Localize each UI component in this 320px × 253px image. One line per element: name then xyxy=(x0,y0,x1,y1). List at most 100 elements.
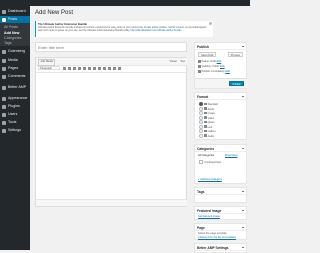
categories-box: Categories All Categories Most Used Unca… xyxy=(194,144,247,184)
main-content: Add New Post The Ultimate Author Extensi… xyxy=(30,6,250,253)
comments-icon xyxy=(2,74,6,79)
page-template-heading: Page xyxy=(195,224,246,231)
gallery-icon xyxy=(204,129,207,133)
page-title: Add New Post xyxy=(35,10,74,16)
format-heading: Format xyxy=(195,93,246,100)
audio-icon xyxy=(204,134,207,137)
publish-box: Publish Save Draft Preview Status: Draft… xyxy=(194,42,247,89)
unlink-icon[interactable] xyxy=(108,66,111,70)
bulleted-list-icon[interactable] xyxy=(73,66,76,70)
collapse-icon[interactable] xyxy=(241,45,244,49)
page-template-help: Select the page template xyxy=(198,232,227,235)
paragraph-format-select[interactable]: Paragraph xyxy=(38,66,60,71)
eye-icon xyxy=(198,65,201,68)
visibility-edit-link[interactable]: Edit xyxy=(220,65,224,68)
read-more-icon[interactable] xyxy=(113,66,116,70)
italic-icon[interactable] xyxy=(68,66,71,70)
sidebar-item-comments[interactable]: Comments xyxy=(0,73,30,80)
amp-icon xyxy=(2,85,6,90)
collapse-icon[interactable] xyxy=(241,226,244,230)
pin-icon xyxy=(198,60,201,63)
tab-visual[interactable]: Visual xyxy=(169,60,176,63)
preview-button[interactable]: Preview xyxy=(227,52,243,57)
settings-icon xyxy=(2,128,6,133)
admin-sidebar: Dashboard Posts All Posts Add New Catego… xyxy=(0,6,30,250)
align-center-icon[interactable] xyxy=(93,66,96,70)
sidebar-item-settings[interactable]: Settings xyxy=(0,127,30,134)
sidebar-item-pages[interactable]: Pages xyxy=(0,65,30,72)
tags-box: Tags xyxy=(194,187,247,203)
publish-heading: Publish xyxy=(195,43,246,50)
sidebar-item-tools[interactable]: Tools xyxy=(0,119,30,126)
link-icon[interactable] xyxy=(103,66,106,70)
aside-icon xyxy=(204,107,207,110)
sidebar-item-gutenberg[interactable]: Gutenberg xyxy=(0,48,30,55)
format-box: Format Standard Aside Image Video Quote … xyxy=(194,92,247,140)
notice-link[interactable]: http://ultimateauthor.com/ultimate-autho… xyxy=(131,29,182,32)
tools-icon xyxy=(2,120,6,125)
dashboard-icon xyxy=(2,9,6,14)
status-edit-link[interactable]: Edit xyxy=(217,60,221,63)
pin-icon xyxy=(204,102,207,106)
quote-icon xyxy=(204,120,207,124)
set-featured-image-link[interactable]: Set featured image xyxy=(198,215,220,218)
tab-most-used[interactable]: Most Used xyxy=(225,154,237,157)
tab-all-categories[interactable]: All Categories xyxy=(198,154,214,157)
plugins-icon xyxy=(2,104,6,109)
checkbox-icon xyxy=(199,160,204,165)
content-editor[interactable]: Add Media Visual Text Paragraph xyxy=(35,57,187,207)
format-option-audio[interactable]: Audio xyxy=(199,133,214,138)
notice-body: Ultimate Author Extension bundle include… xyxy=(38,25,207,32)
radio-icon xyxy=(199,133,204,138)
sidebar-item-tags[interactable]: Tags xyxy=(0,40,30,47)
toolbar-toggle-icon[interactable] xyxy=(118,66,121,70)
numbered-list-icon[interactable] xyxy=(78,66,81,70)
schedule-row: Publish immediately Edit xyxy=(198,70,230,74)
save-draft-button[interactable]: Save Draft xyxy=(198,52,217,57)
editor-tabs: Visual Text xyxy=(166,59,185,64)
media-icon xyxy=(2,58,6,63)
admin-notice: The Ultimate Author Extension Bundle Ult… xyxy=(35,21,213,37)
blockquote-icon[interactable] xyxy=(83,66,86,70)
better-amp-settings-box: Better AMP Settings xyxy=(194,243,247,253)
align-right-icon[interactable] xyxy=(98,66,101,70)
gutenberg-icon xyxy=(2,49,6,54)
calendar-icon xyxy=(198,70,201,73)
categories-heading: Categories xyxy=(195,145,246,152)
page-template-box: Page Select the page template Choose fro… xyxy=(194,223,247,240)
post-title-input[interactable]: Enter title here xyxy=(35,42,187,52)
visibility-row: Visibility: Public Edit xyxy=(198,65,225,69)
schedule-edit-link[interactable]: Edit xyxy=(225,70,229,73)
sidebar-item-plugins[interactable]: Plugins xyxy=(0,103,30,110)
sidebar-item-posts[interactable]: Posts xyxy=(0,16,30,23)
appearance-icon xyxy=(2,96,6,101)
editor-status-bar xyxy=(36,199,187,206)
posts-icon xyxy=(2,17,6,22)
align-left-icon[interactable] xyxy=(88,66,91,70)
collapse-icon[interactable] xyxy=(241,209,244,213)
sidebar-item-better-amp[interactable]: Better AMP xyxy=(0,84,30,91)
collapse-icon[interactable] xyxy=(241,147,244,151)
add-new-category-link[interactable]: + Add New Category xyxy=(198,178,222,181)
collapse-icon[interactable] xyxy=(241,246,244,250)
tags-heading: Tags xyxy=(195,188,246,195)
bold-icon[interactable] xyxy=(63,66,66,70)
featured-image-heading: Featured Image xyxy=(195,207,246,214)
category-uncategorized[interactable]: Uncategorized xyxy=(199,160,221,165)
status-row: Status: Draft Edit xyxy=(198,60,221,64)
choose-template-link[interactable]: Choose from the list of templates xyxy=(198,236,236,239)
collapse-icon[interactable] xyxy=(241,190,244,194)
sidebar-item-dashboard[interactable]: Dashboard xyxy=(0,8,30,15)
pages-icon xyxy=(2,66,6,71)
publish-button[interactable]: Publish xyxy=(229,81,244,86)
collapse-icon[interactable] xyxy=(241,95,244,99)
dismiss-icon[interactable] xyxy=(209,22,212,25)
image-icon xyxy=(204,111,207,115)
publish-actions: Publish xyxy=(195,78,247,88)
sidebar-item-appearance[interactable]: Appearance xyxy=(0,95,30,102)
sidebar-item-media[interactable]: Media xyxy=(0,57,30,64)
tab-text[interactable]: Text xyxy=(180,60,185,63)
users-icon xyxy=(2,112,6,117)
editor-toolbar: Paragraph xyxy=(36,66,187,73)
sidebar-item-users[interactable]: Users xyxy=(0,111,30,118)
